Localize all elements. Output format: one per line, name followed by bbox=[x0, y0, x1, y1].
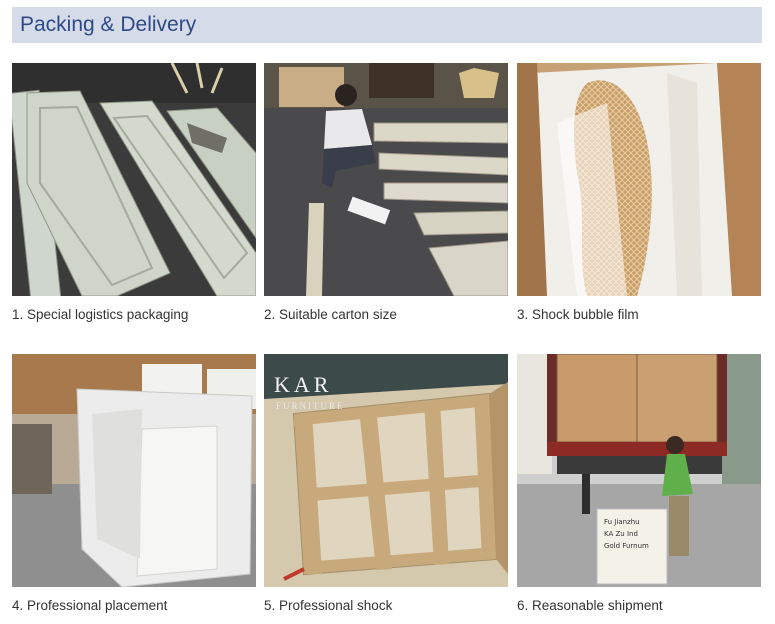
crate-brand-sub: FURNITURE bbox=[276, 401, 345, 411]
item-caption: 6. Reasonable shipment bbox=[517, 598, 663, 613]
sign-line-2: KA Zu Ind bbox=[604, 530, 638, 538]
crate-brand: KAR bbox=[274, 372, 332, 397]
item-caption: 4. Professional placement bbox=[12, 598, 168, 613]
section-title: Packing & Delivery bbox=[20, 13, 197, 36]
item-caption: 1. Special logistics packaging bbox=[12, 307, 189, 322]
photo-wooden-crate: KAR FURNITURE bbox=[264, 354, 508, 587]
photo-door-panels bbox=[12, 63, 256, 296]
item-caption: 3. Shock bubble film bbox=[517, 307, 639, 322]
photo-bubble-film bbox=[517, 63, 761, 296]
photo-carton-size bbox=[264, 63, 508, 296]
sign-line-3: Gold Furnum bbox=[604, 542, 649, 550]
item-caption: 2. Suitable carton size bbox=[264, 307, 397, 322]
photo-truck-shipment: Fu Jianzhu KA Zu Ind Gold Furnum bbox=[517, 354, 761, 587]
item-caption: 5. Professional shock bbox=[264, 598, 393, 613]
photo-wrapped-furniture bbox=[12, 354, 256, 587]
section-header: Packing & Delivery bbox=[12, 7, 762, 43]
sign-line-1: Fu Jianzhu bbox=[604, 518, 640, 526]
